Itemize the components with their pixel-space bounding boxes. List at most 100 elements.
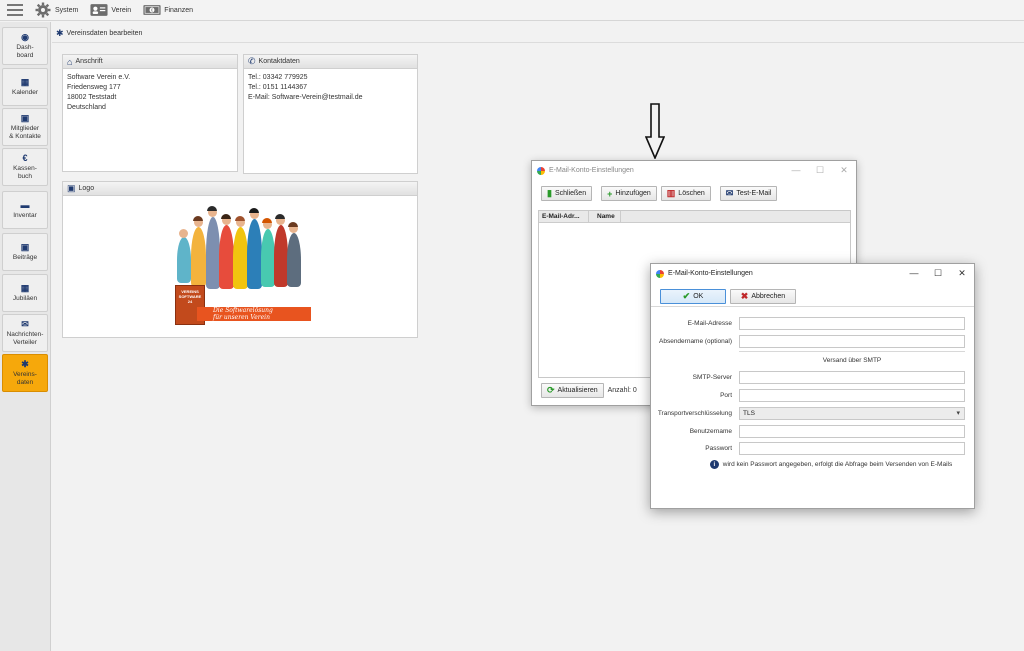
- email-field[interactable]: [739, 316, 965, 330]
- person-hair: [207, 206, 217, 211]
- person-figure: [206, 217, 220, 289]
- minimize-icon[interactable]: —: [784, 165, 808, 176]
- password-label: Passwort: [705, 444, 732, 452]
- gear-icon: [34, 2, 52, 18]
- sidebar-item-label: Beiträge: [12, 254, 38, 261]
- dashboard-icon: ◉: [21, 32, 29, 42]
- username-field[interactable]: [739, 424, 965, 438]
- anschrift-body[interactable]: Software Verein e.V. Friedensweg 177 180…: [63, 69, 237, 117]
- checkmark-icon: ✔: [682, 291, 691, 301]
- logo-title: Logo: [78, 185, 95, 192]
- banner-line: Die Softwarelösung: [213, 307, 273, 314]
- dialog-titlebar[interactable]: E-Mail-Konto-Einstellungen — ☐ ✕: [651, 264, 974, 283]
- image-icon: ▣: [67, 183, 76, 193]
- email-label: E-Mail-Adresse: [687, 319, 732, 327]
- sidebar-item-nachrichten[interactable]: ✉ Nachrichten- Verteiler: [2, 314, 48, 352]
- person-hair: [262, 218, 272, 223]
- sidebar-item-inventar[interactable]: ▬ Inventar: [2, 191, 48, 229]
- sidebar-item-beitraege[interactable]: ▣ Beiträge: [2, 233, 48, 271]
- sidebar: ◉ Dash- board ▦ Kalender ▣ Mitglieder & …: [0, 22, 51, 651]
- dialog-controls: — ☐ ✕: [902, 268, 974, 279]
- anschrift-header: ⌂ Anschrift: [63, 55, 237, 69]
- person-hair: [193, 216, 203, 221]
- transport-select[interactable]: TLS: [739, 406, 965, 420]
- refresh-icon: ⟳: [547, 385, 555, 395]
- add-button-label: Hinzufügen: [615, 190, 651, 197]
- contact-line: E-Mail: Software-Verein@testmail.de: [248, 94, 363, 101]
- add-button[interactable]: + Hinzufügen: [601, 186, 657, 201]
- person-figure: [191, 227, 206, 287]
- menu-finanzen-label: Finanzen: [164, 6, 193, 14]
- address-line: 18002 Teststadt: [67, 94, 117, 101]
- delete-button[interactable]: ▥ Löschen: [660, 186, 711, 201]
- hamburger-menu-icon[interactable]: [7, 4, 23, 16]
- info-note: i wird kein Passwort angegeben, erfolgt …: [691, 460, 971, 469]
- smtp-label: SMTP-Server: [692, 373, 732, 381]
- maximize-icon[interactable]: ☐: [926, 268, 950, 279]
- person-hair: [275, 214, 285, 219]
- logo-header: ▣ Logo: [63, 182, 417, 196]
- window-titlebar[interactable]: E-Mail-Konto-Einstellungen — ☐ ✕: [532, 161, 856, 180]
- menu-finanzen[interactable]: € Finanzen: [143, 3, 193, 17]
- close-icon[interactable]: ✕: [832, 165, 856, 176]
- kontakt-panel: ✆ Kontaktdaten Tel.: 03342 779925 Tel.: …: [243, 54, 418, 174]
- transport-row: Transportverschlüsselung TLS: [651, 406, 969, 420]
- count-label: Anzahl: 0: [607, 387, 637, 394]
- sender-row: Absendername (optional): [651, 334, 969, 348]
- person-hair: [221, 214, 231, 219]
- maximize-icon[interactable]: ☐: [808, 165, 832, 176]
- calendar-icon: ▦: [20, 77, 30, 87]
- kontakt-body[interactable]: Tel.: 03342 779925 Tel.: 0151 1144367 E-…: [244, 69, 417, 107]
- euro-icon: €: [22, 153, 28, 163]
- sidebar-item-jubilaeen[interactable]: ▦ Jubiläen: [2, 274, 48, 312]
- logo-image[interactable]: VEREINS SOFTWARE 24 Die Softwarelösung f…: [169, 197, 311, 337]
- person-hair: [288, 222, 298, 227]
- sidebar-item-kassenbuch[interactable]: € Kassen- buch: [2, 148, 48, 186]
- contact-line: Tel.: 0151 1144367: [248, 84, 308, 91]
- minimize-icon[interactable]: —: [902, 268, 926, 279]
- password-field[interactable]: [739, 441, 965, 455]
- breadcrumb-label: Vereinsdaten bearbeiten: [66, 30, 143, 37]
- email-account-dialog: E-Mail-Konto-Einstellungen — ☐ ✕ ✔ OK ✖ …: [650, 263, 975, 509]
- sidebar-item-mitglieder[interactable]: ▣ Mitglieder & Kontakte: [2, 108, 48, 146]
- phone-icon: ✆: [248, 56, 256, 66]
- delete-button-label: Löschen: [678, 190, 705, 197]
- person-figure: [219, 225, 234, 289]
- logo-panel: ▣ Logo VEREINS SOFTWARE 24 Die Softwarel: [62, 181, 418, 338]
- mail-icon: ✉: [21, 319, 29, 329]
- close-button[interactable]: ▮ Schließen: [541, 186, 593, 201]
- column-header[interactable]: Name: [589, 210, 621, 223]
- sidebar-item-kalender[interactable]: ▦ Kalender: [2, 68, 48, 106]
- x-mark-icon: ✖: [740, 291, 749, 301]
- close-icon[interactable]: ✕: [950, 268, 974, 279]
- kontakt-title: Kontaktdaten: [258, 58, 300, 65]
- breadcrumb: ✱ Vereinsdaten bearbeiten: [56, 28, 142, 39]
- contacts-icon: ▣: [20, 113, 30, 123]
- sidebar-item-label: Nachrichten- Verteiler: [6, 331, 44, 346]
- sidebar-item-dashboard[interactable]: ◉ Dash- board: [2, 27, 48, 65]
- divider: [52, 42, 1024, 43]
- window1-toolbar: ▮ Schließen + Hinzufügen ▥ Löschen ✉ Tes…: [532, 186, 856, 201]
- cancel-button-label: Abbrechen: [751, 293, 786, 300]
- menu-system[interactable]: System: [34, 2, 78, 18]
- sidebar-item-vereinsdaten[interactable]: ✱ Vereins- daten: [2, 354, 48, 392]
- test-email-button[interactable]: ✉ Test-E-Mail: [719, 186, 778, 201]
- cancel-button[interactable]: ✖ Abbrechen: [730, 289, 796, 304]
- sender-name-field[interactable]: [739, 334, 965, 348]
- test-email-button-label: Test-E-Mail: [736, 190, 772, 197]
- sidebar-item-label: Kassen- buch: [13, 165, 37, 180]
- logo-banner: Die Softwarelösung für unseren Verein: [197, 307, 311, 321]
- transport-label: Transportverschlüsselung: [657, 409, 732, 417]
- contact-card-icon: [90, 3, 108, 17]
- door-exit-icon: ▮: [547, 188, 552, 198]
- menu-verein[interactable]: Verein: [90, 3, 131, 17]
- sidebar-item-label: Kalender: [11, 89, 39, 96]
- person-figure: [177, 237, 191, 283]
- window1-footer: ⟳ Aktualisieren Anzahl: 0: [541, 383, 637, 398]
- smtp-server-field[interactable]: [739, 370, 965, 384]
- ok-button[interactable]: ✔ OK: [660, 289, 726, 304]
- port-field[interactable]: [739, 388, 965, 402]
- refresh-button[interactable]: ⟳ Aktualisieren: [541, 383, 604, 398]
- plus-icon: +: [607, 188, 613, 199]
- column-header[interactable]: E-Mail-Adr...: [539, 210, 589, 223]
